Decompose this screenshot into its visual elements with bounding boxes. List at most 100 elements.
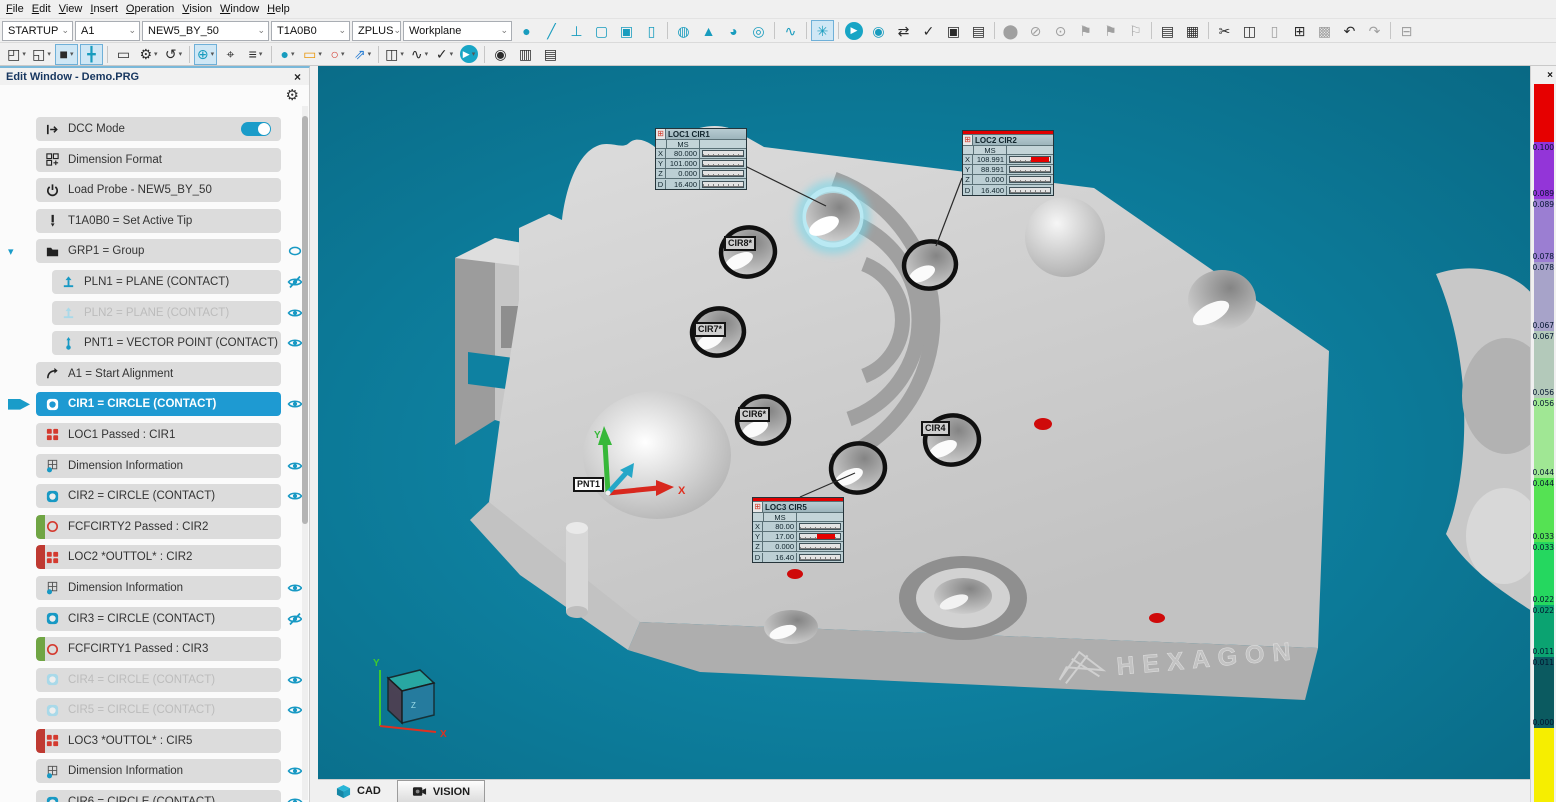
eye-icon[interactable] [287, 795, 303, 802]
comment-button[interactable]: ▭ [112, 44, 135, 65]
print-button[interactable]: ⊟ [1395, 20, 1418, 41]
tab-cad[interactable]: CAD [322, 780, 395, 802]
dropdown-caret-icon[interactable]: ▾ [179, 51, 183, 58]
dimension-label-loc1-cir1[interactable]: LOC1 CIR1MSX80.000Y101.000Z0.000D16.400 [655, 128, 747, 190]
workplane-axis-dropdown[interactable]: ZPLUS⌄ [352, 21, 401, 41]
gear-icon[interactable] [286, 86, 299, 104]
dropdown-caret-icon[interactable]: ▾ [70, 51, 74, 58]
sphere-display-button[interactable]: ●▾ [276, 44, 299, 65]
dropdown-caret-icon[interactable]: ▾ [22, 51, 26, 58]
edit-grid-button[interactable]: ▩ [1313, 20, 1336, 41]
menu-window[interactable]: Window [220, 1, 267, 17]
continue-execution-button[interactable]: ⊙ [1049, 20, 1072, 41]
dimension-label-loc3-cir5[interactable]: LOC3 CIR5MSX80.00Y17.00Z0.000D16.40 [752, 497, 844, 563]
eye-icon[interactable] [287, 336, 303, 350]
dropdown-caret-icon[interactable]: ▾ [400, 51, 404, 58]
view-rotate-3d-button[interactable]: ◱▾ [30, 44, 53, 65]
accept-check-button[interactable]: ✓▾ [433, 44, 456, 65]
edit-window-titlebar[interactable]: Edit Window - Demo.PRG × [0, 68, 309, 85]
dropdown-caret-icon[interactable]: ▾ [291, 51, 295, 58]
collapse-arrow-icon[interactable]: ▾ [8, 245, 14, 258]
eye-icon[interactable] [287, 459, 303, 473]
eye-slash-icon[interactable] [287, 275, 303, 289]
document-check-button[interactable]: ▣ [942, 20, 965, 41]
eye-icon[interactable] [287, 764, 303, 778]
rotate-command-button[interactable]: ↺▾ [162, 44, 185, 65]
command-t1a0b0-set-active-tip[interactable]: T1A0B0 = Set Active Tip [36, 209, 281, 233]
optimization-settings-button[interactable]: ⚙▾ [137, 44, 160, 65]
feature-tag-pnt1[interactable]: PNT1 [573, 477, 604, 492]
measurement-path-button[interactable]: ∿▾ [408, 44, 431, 65]
dropdown-caret-icon[interactable]: ▾ [154, 51, 158, 58]
round-slot-feature-button[interactable]: ▣ [615, 20, 638, 41]
view-orientation-button[interactable]: ⊕▾ [194, 44, 217, 65]
command-dcc-mode[interactable]: DCC Mode [36, 117, 281, 141]
circle-zone-button[interactable]: ○▾ [326, 44, 349, 65]
bookmark-insert-button[interactable]: ⚑ [1099, 20, 1122, 41]
dropdown-caret-icon[interactable]: ▾ [341, 51, 345, 58]
command-dimension-information[interactable]: Dimension Information [36, 454, 281, 478]
eye-slash-icon[interactable] [287, 612, 303, 626]
point-feature-button[interactable]: ● [515, 20, 538, 41]
sphere-feature-button[interactable]: ◕ [722, 20, 745, 41]
probe-options-button[interactable]: ≡▾ [244, 44, 267, 65]
command-pnt1-vector-point-contact[interactable]: PNT1 = VECTOR POINT (CONTACT) [52, 331, 281, 355]
execute-mini-button[interactable]: ▶▾ [460, 45, 478, 63]
copy-window-button[interactable]: ◫▾ [383, 44, 406, 65]
command-grp1-group[interactable]: GRP1 = Group [36, 239, 281, 263]
chevron-down-icon[interactable]: ⌄ [500, 25, 508, 36]
redo-button[interactable]: ↷ [1363, 20, 1386, 41]
command-pln2-plane-contact[interactable]: PLN2 = PLANE (CONTACT) [52, 301, 281, 325]
mark-done-button[interactable]: ✓ [917, 20, 940, 41]
tip-dropdown[interactable]: T1A0B0⌄ [271, 21, 350, 41]
panel-splitter[interactable] [310, 66, 318, 802]
plane-feature-button[interactable]: ⊥ [565, 20, 588, 41]
bottom-hole[interactable] [764, 610, 818, 644]
eye-icon[interactable] [287, 397, 303, 411]
scrollbar-thumb[interactable] [302, 116, 308, 524]
square-slot-feature-button[interactable]: ▯ [640, 20, 663, 41]
dropdown-caret-icon[interactable]: ▾ [450, 51, 454, 58]
dcc-mode-toggle[interactable] [241, 122, 271, 136]
command-cir3-circle-contact[interactable]: CIR3 = CIRCLE (CONTACT) [36, 607, 281, 631]
menu-help[interactable]: Help [267, 1, 298, 17]
eye-icon[interactable] [287, 673, 303, 687]
command-cir5-circle-contact[interactable]: CIR5 = CIRCLE (CONTACT) [36, 698, 281, 722]
command-cir2-circle-contact[interactable]: CIR2 = CIRCLE (CONTACT) [36, 484, 281, 508]
cut-button[interactable]: ✂ [1213, 20, 1236, 41]
dropdown-caret-icon[interactable]: ▾ [211, 51, 215, 58]
eye-icon[interactable] [287, 581, 303, 595]
dimension-label-loc2-cir2[interactable]: LOC2 CIR2MSX108.991Y88.991Z0.000D16.400 [962, 130, 1054, 196]
command-loc3-outtol-cir5[interactable]: LOC3 *OUTTOL* : CIR5 [36, 729, 281, 753]
menu-edit[interactable]: Edit [32, 1, 59, 17]
feature-tag-cir6[interactable]: CIR6* [738, 407, 770, 422]
command-pln1-plane-contact[interactable]: PLN1 = PLANE (CONTACT) [52, 270, 281, 294]
bookmark-button[interactable]: ⚑ [1074, 20, 1097, 41]
circle-visibility-icon[interactable] [287, 244, 303, 258]
rect-zone-button[interactable]: ▭▾ [301, 44, 324, 65]
command-load-probe-new5-by-50[interactable]: Load Probe - NEW5_BY_50 [36, 178, 281, 202]
menu-insert[interactable]: Insert [90, 1, 126, 17]
dropdown-caret-icon[interactable]: ▾ [259, 51, 263, 58]
workplane-dropdown[interactable]: Workplane⌄ [403, 21, 512, 41]
view-translate-button[interactable]: ◰▾ [5, 44, 28, 65]
cone-feature-button[interactable]: ▲ [697, 20, 720, 41]
execute-feature-button[interactable]: ◉ [867, 20, 890, 41]
command-dimension-format[interactable]: Dimension Format [36, 148, 281, 172]
graph-template-button[interactable]: ▤ [539, 44, 562, 65]
plain-hole[interactable] [1188, 270, 1256, 330]
close-icon[interactable]: × [294, 70, 301, 84]
break-point-button[interactable]: ⊘ [1024, 20, 1047, 41]
probe-dropdown[interactable]: NEW5_BY_50⌄ [142, 21, 269, 41]
dropdown-caret-icon[interactable]: ▾ [318, 51, 322, 58]
feature-tag-cir8[interactable]: CIR8* [724, 236, 756, 251]
line-feature-button[interactable]: ╱ [540, 20, 563, 41]
command-fcfcirty1-passed-cir3[interactable]: FCFCIRTY1 Passed : CIR3 [36, 637, 281, 661]
view-shaded-button[interactable]: ■▾ [55, 44, 78, 65]
feature-tag-cir7[interactable]: CIR7* [694, 322, 726, 337]
cylinder-feature-button[interactable]: ◍ [672, 20, 695, 41]
report-template-button[interactable]: ▥ [514, 44, 537, 65]
menu-view[interactable]: View [59, 1, 91, 17]
auto-feature-button[interactable]: ✳ [811, 20, 834, 41]
eye-icon[interactable] [287, 703, 303, 717]
